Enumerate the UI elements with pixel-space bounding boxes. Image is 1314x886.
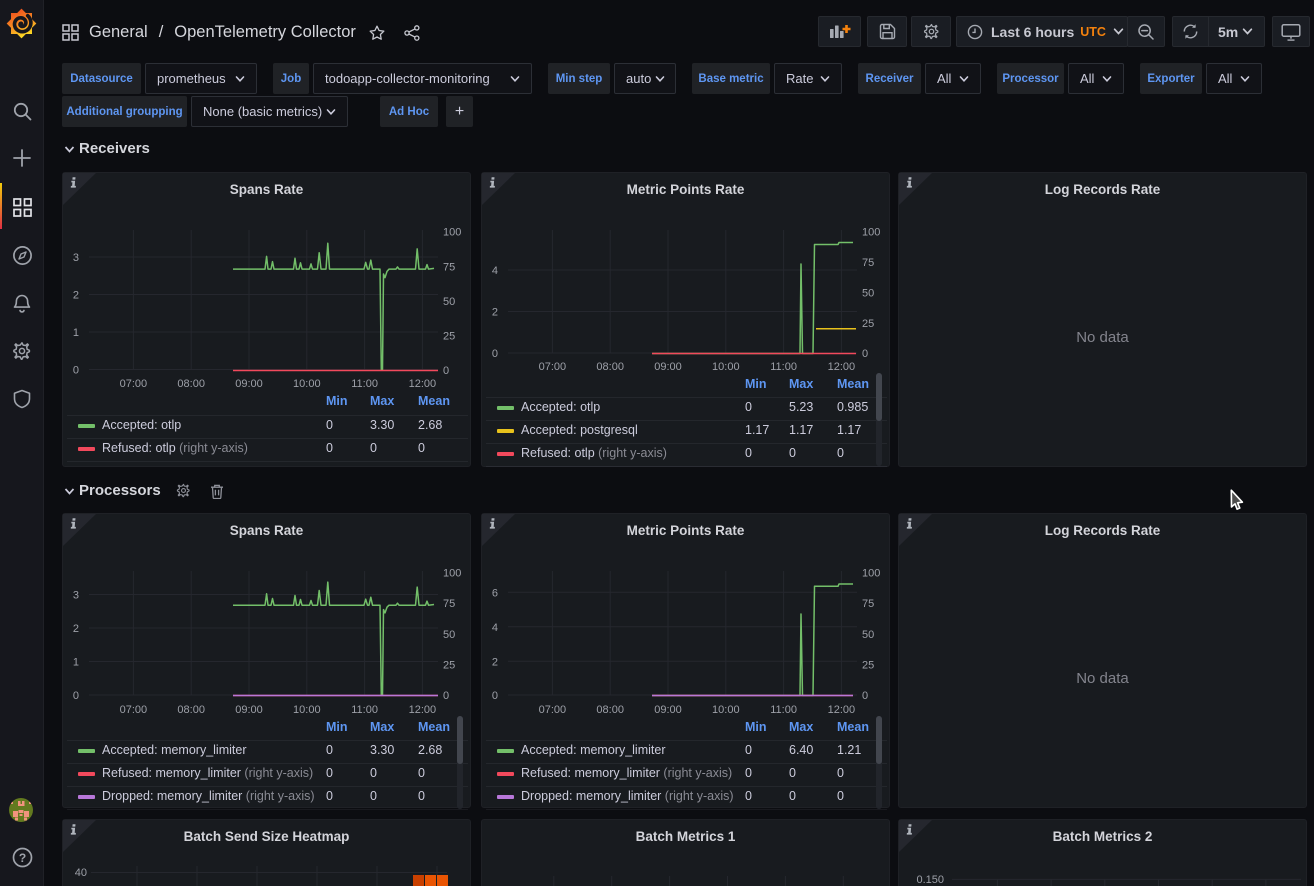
svg-text:25: 25	[862, 659, 874, 671]
svg-text:07:00: 07:00	[120, 704, 148, 716]
svg-text:08:00: 08:00	[596, 361, 624, 373]
svg-text:25: 25	[443, 331, 455, 343]
svg-text:11:00: 11:00	[351, 704, 378, 716]
svg-text:07:00: 07:00	[539, 704, 567, 716]
svg-text:12:00: 12:00	[828, 704, 856, 716]
svg-text:1: 1	[73, 657, 79, 669]
svg-text:50: 50	[443, 296, 455, 308]
svg-text:09:00: 09:00	[654, 361, 682, 373]
svg-text:75: 75	[443, 262, 455, 274]
svg-text:08:00: 08:00	[177, 378, 205, 390]
svg-text:11:00: 11:00	[351, 378, 378, 390]
svg-text:12:00: 12:00	[828, 361, 856, 373]
svg-text:3: 3	[73, 590, 79, 602]
svg-text:07:00: 07:00	[120, 378, 148, 390]
svg-text:100: 100	[862, 568, 880, 580]
svg-text:08:00: 08:00	[177, 704, 205, 716]
svg-text:0: 0	[443, 690, 449, 702]
svg-text:09:00: 09:00	[654, 704, 682, 716]
svg-text:12:00: 12:00	[409, 378, 437, 390]
svg-text:10:00: 10:00	[712, 361, 740, 373]
svg-text:12:00: 12:00	[409, 704, 437, 716]
svg-text:1: 1	[73, 327, 79, 339]
svg-text:07:00: 07:00	[539, 361, 567, 373]
svg-text:4: 4	[492, 265, 498, 277]
svg-text:09:00: 09:00	[235, 378, 263, 390]
svg-text:75: 75	[862, 257, 874, 269]
svg-text:0: 0	[862, 348, 868, 360]
svg-text:11:00: 11:00	[770, 361, 797, 373]
svg-text:2: 2	[73, 623, 79, 635]
svg-text:100: 100	[443, 568, 461, 580]
svg-text:10:00: 10:00	[293, 378, 321, 390]
svg-text:2: 2	[492, 656, 498, 668]
svg-text:25: 25	[862, 318, 874, 330]
svg-text:40: 40	[75, 867, 87, 879]
svg-text:6: 6	[492, 587, 498, 599]
svg-text:75: 75	[443, 598, 455, 610]
svg-text:100: 100	[443, 227, 461, 239]
svg-text:2: 2	[73, 290, 79, 302]
svg-text:0: 0	[862, 690, 868, 702]
svg-text:4: 4	[492, 622, 498, 634]
svg-text:10:00: 10:00	[712, 704, 740, 716]
svg-text:10:00: 10:00	[293, 704, 321, 716]
svg-text:3: 3	[73, 252, 79, 264]
svg-text:?: ?	[18, 851, 25, 865]
svg-text:0.150: 0.150	[916, 874, 944, 886]
svg-text:11:00: 11:00	[770, 704, 797, 716]
svg-text:100: 100	[862, 227, 880, 239]
svg-text:08:00: 08:00	[596, 704, 624, 716]
svg-text:0: 0	[443, 365, 449, 377]
svg-text:50: 50	[862, 287, 874, 299]
svg-text:0: 0	[73, 690, 79, 702]
svg-text:50: 50	[443, 629, 455, 641]
svg-text:0: 0	[492, 690, 498, 702]
svg-text:0: 0	[73, 365, 79, 377]
svg-text:09:00: 09:00	[235, 704, 263, 716]
svg-text:25: 25	[443, 659, 455, 671]
svg-text:0: 0	[492, 348, 498, 360]
svg-text:75: 75	[862, 598, 874, 610]
svg-text:2: 2	[492, 307, 498, 319]
svg-text:50: 50	[862, 629, 874, 641]
